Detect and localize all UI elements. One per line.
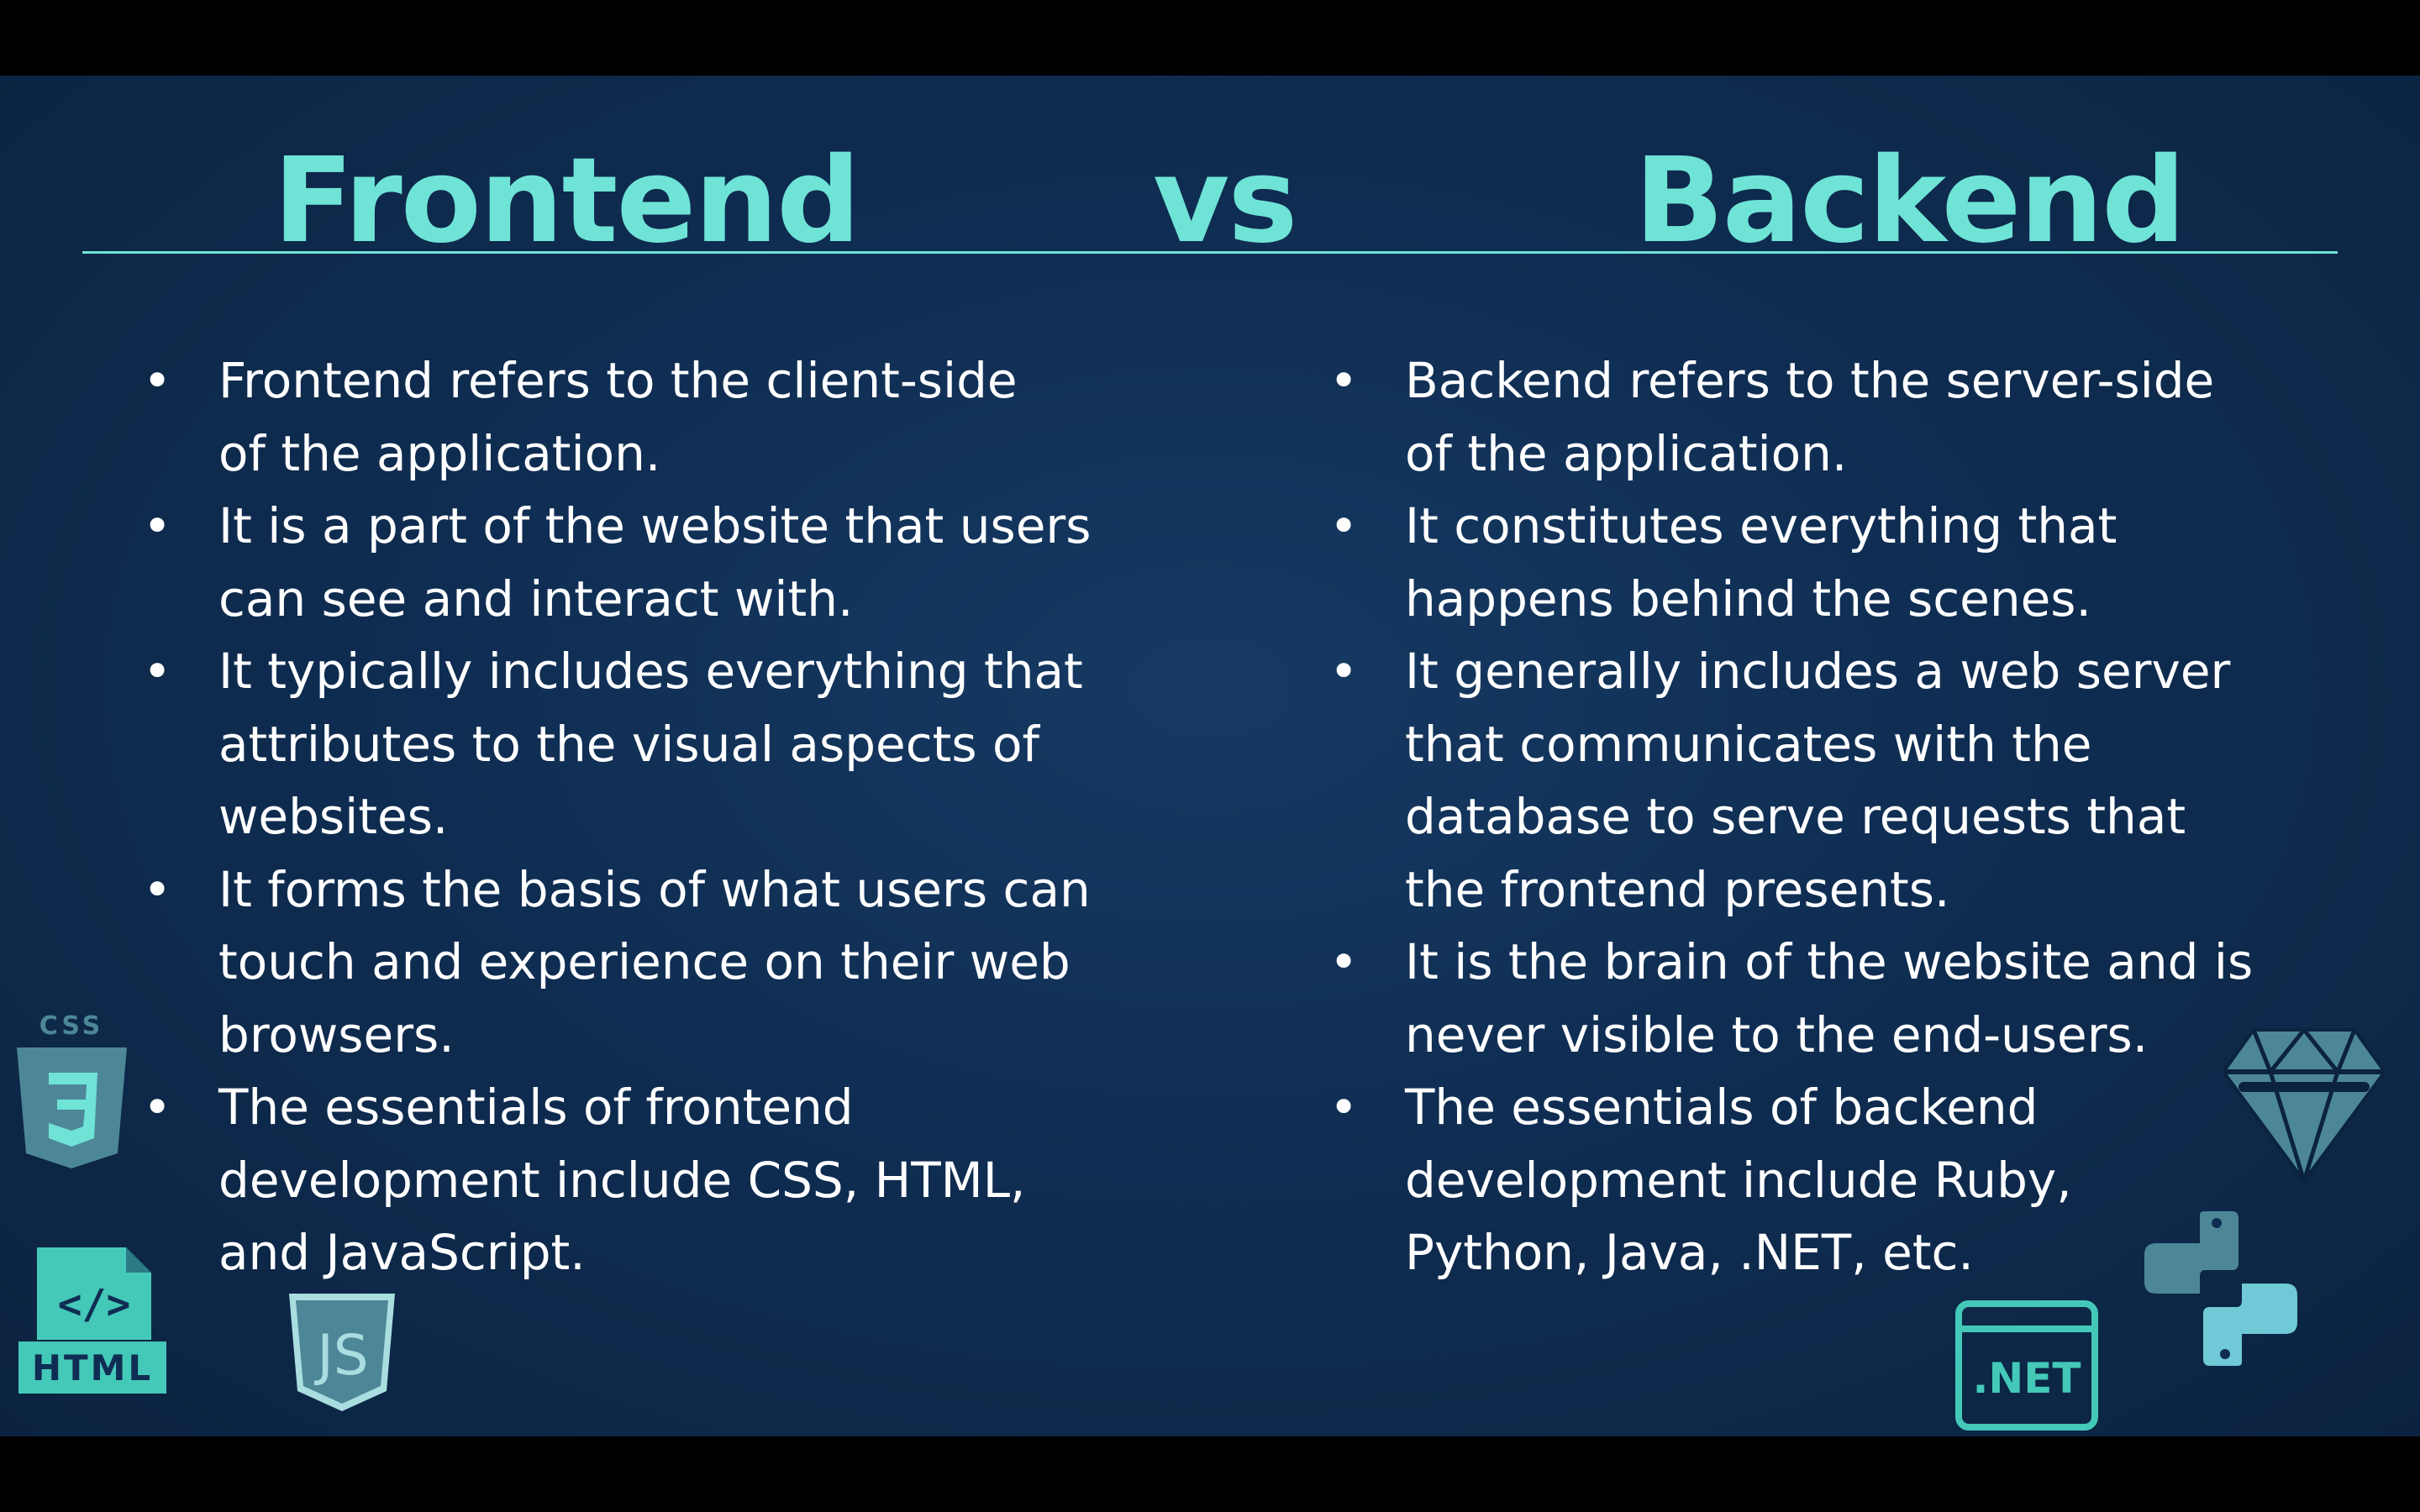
title-backend: Backend — [1634, 133, 2186, 270]
bullet-dot: • — [143, 1079, 172, 1136]
bullet-line: never visible to the end-users. — [1405, 1005, 2149, 1063]
bullet-line: that communicates with the — [1405, 715, 2092, 773]
javascript-icon: JS — [287, 1292, 397, 1414]
letterbox-bottom — [0, 1436, 2420, 1512]
bullet-line: happens behind the scenes. — [1405, 570, 2091, 627]
bullet-line: The essentials of backend — [1405, 1079, 2039, 1136]
bullet-line: It generally includes a web server — [1405, 643, 2231, 700]
bullet-dot: • — [143, 860, 172, 918]
python-icon — [2144, 1211, 2297, 1366]
backend-bullet: • It generally includes a web server tha… — [1329, 635, 2329, 926]
net-label: .NET — [1972, 1354, 2081, 1403]
title-underline — [82, 251, 2338, 254]
backend-bullet: • It is the brain of the website and is … — [1329, 926, 2329, 1071]
title-frontend: Frontend — [273, 133, 860, 270]
bullet-dot: • — [1329, 497, 1359, 554]
bullet-line: The essentials of frontend — [218, 1079, 854, 1136]
backend-bullet: • Backend refers to the server-side of t… — [1329, 344, 2329, 490]
frontend-bullet: • The essentials of frontend development… — [143, 1071, 1143, 1289]
html-tag-label: </> — [58, 1281, 131, 1328]
bullet-dot: • — [143, 643, 172, 700]
bullet-line: It is the brain of the website and is — [1405, 933, 2254, 990]
bullet-line: of the application. — [1405, 424, 1848, 482]
bullet-line: It typically includes everything that — [218, 643, 1083, 700]
frontend-bullet: • Frontend refers to the client-side of … — [143, 344, 1143, 490]
bullet-dot: • — [1329, 643, 1359, 700]
bullet-line: It is a part of the website that users — [218, 497, 1092, 554]
bullet-line: and JavaScript. — [218, 1224, 586, 1281]
title-vs: vs — [1153, 133, 1298, 270]
html-label: HTML — [32, 1347, 153, 1389]
frontend-bullet: • It is a part of the website that users… — [143, 490, 1143, 635]
bullet-dot: • — [143, 352, 172, 409]
dotnet-icon: .NET — [1955, 1300, 2098, 1431]
bullet-line: browsers. — [218, 1005, 455, 1063]
bullet-dot: • — [1329, 352, 1359, 409]
bullet-dot: • — [143, 497, 172, 554]
bullet-line: development include Ruby, — [1405, 1151, 2072, 1209]
html-icon: </> HTML — [18, 1247, 166, 1395]
frontend-bullet-list: • Frontend refers to the client-side of … — [143, 344, 1143, 1289]
bullet-line: development include CSS, HTML, — [218, 1151, 1026, 1209]
bullet-line: It constitutes everything that — [1405, 497, 2118, 554]
bullet-line: Frontend refers to the client-side — [218, 352, 1018, 409]
bullet-dot: • — [1329, 933, 1359, 990]
bullet-line: of the application. — [218, 424, 661, 482]
bullet-line: attributes to the visual aspects of — [218, 715, 1039, 773]
bullet-line: websites. — [218, 788, 449, 845]
frontend-bullet: • It typically includes everything that … — [143, 635, 1143, 853]
js-label: JS — [313, 1323, 368, 1388]
frontend-bullet: • It forms the basis of what users can t… — [143, 853, 1143, 1072]
backend-bullet-list: • Backend refers to the server-side of t… — [1329, 344, 2329, 1289]
slide: Frontend vs Backend • Frontend refers to… — [0, 76, 2420, 1436]
bullet-dot: • — [1329, 1079, 1359, 1136]
bullet-line: database to serve requests that — [1405, 788, 2186, 845]
bullet-line: It forms the basis of what users can — [218, 860, 1091, 918]
bullet-line: touch and experience on their web — [218, 933, 1071, 990]
ruby-icon — [2220, 1025, 2388, 1184]
css3-icon: CSS — [15, 1012, 129, 1172]
bullet-line: Backend refers to the server-side — [1405, 352, 2215, 409]
letterbox-top — [0, 0, 2420, 76]
bullet-line: can see and interact with. — [218, 570, 854, 627]
css-label: CSS — [39, 1012, 103, 1041]
bullet-line: the frontend presents. — [1405, 860, 1950, 918]
backend-bullet: • It constitutes everything that happens… — [1329, 490, 2329, 635]
